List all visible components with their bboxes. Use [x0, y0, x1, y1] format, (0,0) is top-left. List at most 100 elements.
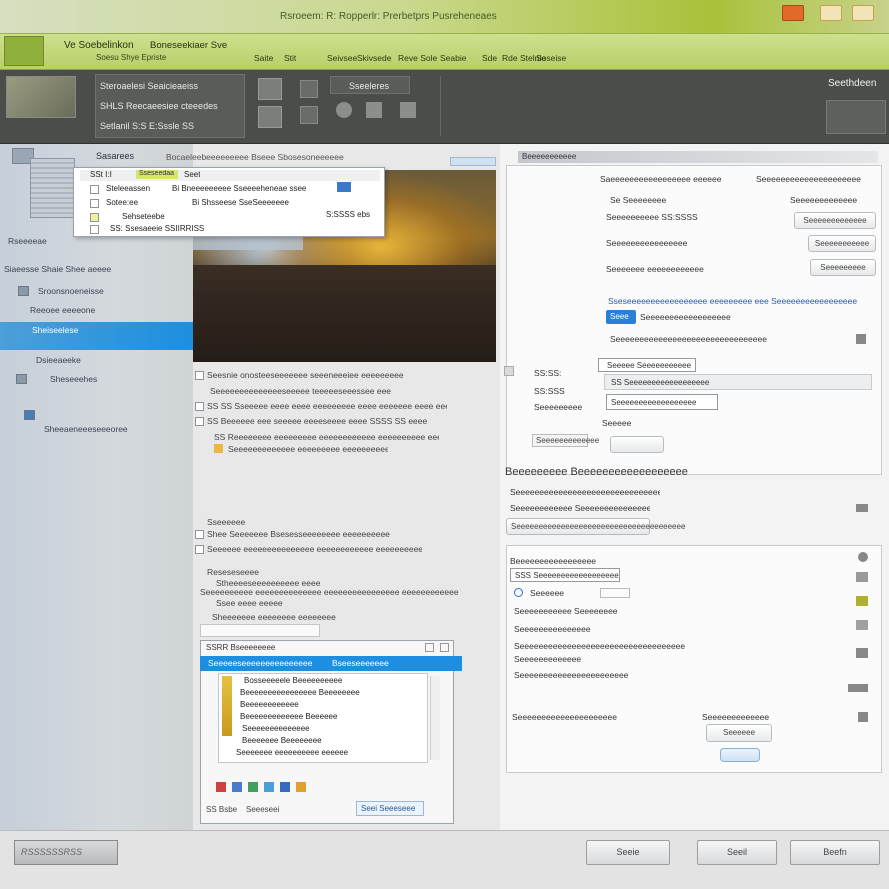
sidebar-item-6[interactable]: Dsieeaeeke — [36, 355, 81, 365]
listbox-close-icon[interactable] — [425, 643, 434, 652]
filter-icon[interactable] — [280, 782, 290, 792]
section-action-button[interactable]: Seeeeeeeeeeeeeeeeeeeeeeeeeeeeeeeeeeeeee — [506, 518, 685, 535]
lock-icon[interactable] — [858, 712, 868, 722]
tag-icon[interactable] — [856, 620, 868, 630]
pin-icon[interactable] — [856, 334, 866, 344]
popup-checkbox-2[interactable] — [90, 199, 99, 208]
popup-checkbox-4[interactable] — [90, 225, 99, 234]
popup-item-3[interactable]: Sehseteebe — [122, 212, 165, 221]
checkbox[interactable] — [195, 545, 204, 554]
listbox-selected-row[interactable]: Seeeeeseeeeeeeeeeeeeee Bseeseeeeeee — [200, 656, 462, 671]
tab-5[interactable]: Reve Sole — [398, 53, 437, 63]
side-field[interactable]: Seeeeeeeeeeeeeeeeee — [606, 394, 718, 410]
tab-6[interactable]: Seabie — [440, 53, 466, 63]
checkbox[interactable] — [195, 530, 204, 539]
side-dropdown[interactable]: Seeeee Seeeeeeeeeee — [598, 358, 696, 372]
thumbnail-image — [6, 76, 76, 118]
tab-2[interactable]: Stit — [284, 53, 296, 63]
list-item-3[interactable]: Seeeeeeeee — [534, 402, 582, 412]
layer-icon[interactable] — [300, 80, 318, 98]
highlight-badge[interactable]: Seee — [606, 310, 636, 324]
tab-1[interactable]: Saite — [254, 53, 273, 63]
listbox-footer-button[interactable]: Seei Seeeseee — [356, 801, 424, 816]
card2-button[interactable]: Seeeeee — [706, 724, 772, 742]
popup-right-1[interactable]: Bi Bneeeeeeeee Sseeeeheneae ssee — [172, 184, 306, 193]
tab-3[interactable]: Seivsee — [327, 53, 357, 63]
list-item-1[interactable]: SS:SS: — [534, 368, 561, 378]
popup-right-3[interactable]: S:SSSS ebs — [326, 210, 370, 219]
copy-icon[interactable] — [856, 572, 868, 582]
tab-4[interactable]: Skivsede — [357, 53, 392, 63]
fill-icon[interactable] — [400, 102, 416, 118]
link-icon[interactable] — [856, 504, 868, 512]
tag-icon[interactable] — [296, 782, 306, 792]
eraser-icon[interactable] — [366, 102, 382, 118]
eye-icon[interactable] — [858, 552, 868, 562]
tab-9[interactable]: Soseise — [536, 53, 566, 63]
prop-row-5-button[interactable]: Seeeeeeeee — [810, 259, 876, 276]
listbox-expand-icon[interactable] — [440, 643, 449, 652]
app-menu-icon[interactable] — [782, 5, 804, 21]
list-field[interactable]: Seeeeeeeeeeeee — [532, 434, 599, 447]
popup-right-2[interactable]: Bi Shsseese SseSeeeeeee — [192, 198, 289, 207]
listbox-item-4[interactable]: Beeeeeeeeeeeee Beeeeee — [240, 712, 337, 721]
side-row[interactable]: SS Seeeeeeeeeeeeeeeeee — [604, 374, 872, 390]
popup-item-1[interactable]: Steleeassen — [106, 184, 150, 193]
right-header-bar: Beeeeeeeeeee — [518, 151, 878, 163]
tab-7[interactable]: Sde — [482, 53, 497, 63]
card2-box[interactable]: SSS Seeeeeeeeeeeeeeeeee — [510, 568, 620, 582]
brush-icon[interactable] — [336, 102, 352, 118]
popup-arrow-icon[interactable] — [337, 182, 351, 192]
listbox-item-3[interactable]: Beeeeeeeeeeee — [240, 700, 299, 709]
combo-box[interactable] — [200, 624, 320, 637]
key-icon[interactable] — [848, 684, 868, 692]
checkbox[interactable] — [195, 371, 204, 380]
bottom-button-3[interactable]: Beefn — [790, 840, 880, 865]
center-tab[interactable] — [450, 157, 496, 166]
add-icon[interactable] — [248, 782, 258, 792]
sidebar-item-2[interactable]: Siaeesse Shaie Shee aeeee — [4, 264, 111, 274]
checkbox[interactable] — [195, 417, 204, 426]
listbox-item-6[interactable]: Beeeeeee Beeeeeeee — [242, 736, 322, 745]
popup-checkbox-1[interactable] — [90, 185, 99, 194]
mode-dropdown[interactable]: Sseeleres — [330, 76, 410, 94]
bottom-button-2[interactable]: Seeil — [697, 840, 777, 865]
note-icon[interactable] — [856, 596, 868, 606]
prop-row-3-button[interactable]: Seeeeeeeeeeeee — [794, 212, 876, 229]
image-tool-icon[interactable] — [258, 78, 282, 100]
popup-checkbox-3[interactable] — [90, 213, 99, 222]
play-icon[interactable] — [232, 782, 242, 792]
mini-field[interactable] — [600, 588, 630, 598]
minimize-button[interactable] — [820, 5, 842, 21]
grid-icon[interactable] — [300, 106, 318, 124]
sidebar-item-4[interactable]: Reeoee eeeeone — [30, 305, 95, 315]
list-item-2[interactable]: SS:SSS — [534, 386, 565, 396]
listbox-item-1[interactable]: Bosseeeeele Beeeeeeeeee — [244, 676, 342, 685]
list-small-label: Seeeee — [602, 418, 632, 428]
popup-item-4[interactable]: SS: Ssesaeeie SSIIRRISS — [110, 224, 204, 233]
prop-row-4-button[interactable]: Seeeeeeeeeee — [808, 235, 876, 252]
sidebar-item-7[interactable]: Sheseeehes — [50, 374, 97, 384]
listbox-item-7[interactable]: Seeeeeee eeeeeeeeee eeeeee — [236, 748, 348, 757]
refresh-icon[interactable] — [264, 782, 274, 792]
sidebar-item-8[interactable]: Sheeaeneeeseeeoree — [44, 424, 128, 434]
card2-line-1: Seeeeeeeeeee Seeeeeeee — [514, 606, 618, 616]
sidebar-item-3[interactable]: Sroonsnoeneisse — [38, 286, 104, 296]
listbox-item-5[interactable]: Seeeeeeeeeeeeee — [242, 724, 310, 733]
popup-item-2[interactable]: Sotee:ee — [106, 198, 138, 207]
sidebar-selected-row[interactable]: Sheiseelese — [0, 322, 193, 350]
crop-tool-icon[interactable] — [258, 106, 282, 128]
small-button[interactable] — [610, 436, 664, 453]
toggle-switch[interactable] — [720, 748, 760, 762]
radio-button[interactable] — [514, 588, 523, 597]
checkbox[interactable] — [195, 402, 204, 411]
record-icon[interactable] — [216, 782, 226, 792]
popup-header — [80, 170, 380, 181]
edit-icon[interactable] — [856, 648, 868, 658]
sidebar-item-1[interactable]: Rseeeeae — [8, 236, 47, 246]
maximize-button[interactable] — [852, 5, 874, 21]
listbox-scrollbar[interactable] — [430, 676, 440, 760]
dropdown-popup: SSt I:I Sseseedaa Seet Steleeassen Bi Bn… — [73, 167, 385, 237]
bottom-button-1[interactable]: Seeie — [586, 840, 670, 865]
listbox-item-2[interactable]: Beeeeeeeeeeeeeeee Beeeeeeee — [240, 688, 360, 697]
